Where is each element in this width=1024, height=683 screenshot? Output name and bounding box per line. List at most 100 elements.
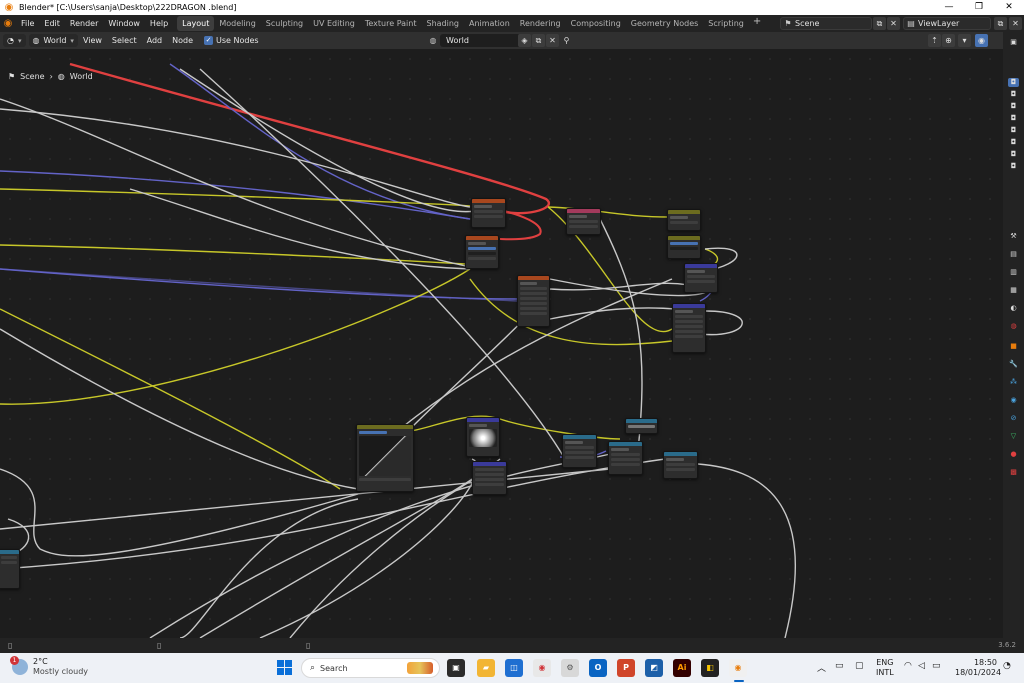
tab-layout[interactable]: Layout (177, 16, 215, 31)
node-rgb-curves[interactable] (356, 424, 414, 492)
weather-widget[interactable]: 1 2°C Mostly cloudy (10, 656, 88, 677)
camera-icon[interactable]: ◘ (1008, 78, 1019, 87)
camera-icon[interactable]: ◘ (1008, 126, 1019, 135)
delete-viewlayer-icon[interactable]: ✕ (1009, 17, 1022, 30)
chrome-icon[interactable]: ◉ (533, 659, 551, 677)
outlook-icon[interactable]: O (589, 659, 607, 677)
pin-icon[interactable]: ⚲ (560, 34, 573, 47)
language-indicator[interactable]: ENG INTL (876, 658, 894, 678)
display-icon[interactable]: ▢ (855, 661, 864, 671)
task-view-icon[interactable]: ▣ (447, 659, 465, 677)
menu-node[interactable]: Node (167, 32, 198, 49)
start-button[interactable] (277, 660, 293, 676)
tab-texture-paint[interactable]: Texture Paint (360, 16, 422, 31)
tab-modeling[interactable]: Modeling (214, 16, 260, 31)
tray-chevron-icon[interactable]: ︿ (817, 661, 826, 674)
minimize-button[interactable]: — (934, 0, 964, 15)
particles-icon[interactable]: ⁂ (1008, 378, 1019, 387)
blender-menu-icon[interactable]: ◉ (0, 18, 16, 29)
world-datablock-field[interactable]: ◍ World (426, 34, 530, 47)
node-editor-canvas[interactable]: ⚑ Scene › ◍ World (0, 49, 1003, 638)
node-value[interactable] (625, 418, 658, 434)
texture-icon[interactable]: ▩ (1008, 468, 1019, 477)
keyboard-icon[interactable]: ▭ (835, 661, 844, 671)
breadcrumb-scene[interactable]: Scene (20, 72, 44, 81)
node-separate-xyz[interactable] (608, 441, 643, 475)
physics-icon[interactable]: ◉ (1008, 396, 1019, 405)
scene-selector[interactable]: ⚑ Scene (780, 17, 872, 30)
fake-user-shield-icon[interactable]: ◈ (518, 34, 531, 47)
output-icon[interactable]: ▥ (1008, 268, 1019, 277)
node-noise-texture[interactable] (517, 275, 550, 327)
editor-type-selector[interactable]: ◔ ▾ (3, 34, 26, 47)
new-scene-icon[interactable]: ⧉ (873, 17, 886, 30)
menu-window[interactable]: Window (103, 15, 145, 32)
volume-icon[interactable]: ◁ (918, 661, 925, 671)
tab-scripting[interactable]: Scripting (703, 16, 749, 31)
overlay-icon[interactable]: ◉ (975, 34, 988, 47)
snap-icon[interactable]: ⊕ (942, 34, 955, 47)
camera-icon[interactable]: ◘ (1008, 90, 1019, 99)
node-vector-math[interactable] (684, 263, 718, 293)
camera-icon[interactable]: ◘ (1008, 138, 1019, 147)
node-mix-shader[interactable] (566, 208, 601, 235)
menu-file[interactable]: File (16, 15, 39, 32)
snap-options-icon[interactable]: ▾ (958, 34, 971, 47)
tab-geometry-nodes[interactable]: Geometry Nodes (626, 16, 703, 31)
camera-icon[interactable]: ◘ (1008, 162, 1019, 171)
tab-shading[interactable]: Shading (421, 16, 464, 31)
tab-uv-editing[interactable]: UV Editing (308, 16, 360, 31)
modifier-icon[interactable]: 🔧 (1008, 360, 1019, 369)
node-emission[interactable] (472, 461, 507, 495)
unlink-world-icon[interactable]: ✕ (546, 34, 559, 47)
duplicate-world-icon[interactable]: ⧉ (532, 34, 545, 47)
maximize-button[interactable]: ❐ (964, 0, 994, 15)
material-icon[interactable]: ● (1008, 450, 1019, 459)
powerpoint-icon[interactable]: P (617, 659, 635, 677)
photos-icon[interactable]: ◩ (645, 659, 663, 677)
tab-sculpting[interactable]: Sculpting (261, 16, 308, 31)
node-color-ramp[interactable] (667, 235, 701, 259)
scene-icon[interactable]: ◐ (1008, 304, 1019, 313)
settings-gear-icon[interactable]: ⚙ (561, 659, 579, 677)
menu-help[interactable]: Help (145, 15, 173, 32)
notification-bell-icon[interactable]: ◔ (1003, 661, 1011, 671)
shader-type-dropdown[interactable]: ◍ World ▾ (28, 34, 78, 47)
tab-animation[interactable]: Animation (464, 16, 515, 31)
world-name-input[interactable]: World (440, 34, 530, 47)
add-workspace-button[interactable]: + (749, 16, 765, 31)
close-button[interactable]: ✕ (994, 0, 1024, 15)
node-texture-coordinate[interactable] (471, 198, 506, 228)
view-layer-icon[interactable]: ▦ (1008, 286, 1019, 295)
menu-render[interactable]: Render (65, 15, 103, 32)
viewlayer-selector[interactable]: ▤ ViewLayer (903, 17, 991, 30)
menu-add[interactable]: Add (142, 32, 168, 49)
parent-node-tree-icon[interactable]: ⇡ (928, 34, 941, 47)
system-clock[interactable]: 18:50 18/01/2024 (955, 658, 1001, 678)
node-mapping[interactable] (562, 434, 597, 468)
use-nodes-toggle[interactable]: ✓ Use Nodes (204, 36, 259, 45)
menu-edit[interactable]: Edit (39, 15, 65, 32)
node-mix[interactable] (672, 303, 706, 353)
camera-icon[interactable]: ◘ (1008, 150, 1019, 159)
file-explorer-icon[interactable]: ▰ (477, 659, 495, 677)
tool-icon[interactable]: ⚒ (1008, 232, 1019, 241)
menu-view[interactable]: View (78, 32, 107, 49)
node-combine-xyz[interactable] (663, 451, 698, 479)
illustrator-icon[interactable]: Ai (673, 659, 691, 677)
node-world-output[interactable] (667, 209, 701, 231)
node-background-partial[interactable] (0, 549, 20, 589)
new-viewlayer-icon[interactable]: ⧉ (994, 17, 1007, 30)
sticky-app-icon[interactable]: ◧ (701, 659, 719, 677)
tab-rendering[interactable]: Rendering (515, 16, 566, 31)
tab-compositing[interactable]: Compositing (566, 16, 626, 31)
node-environment-texture[interactable] (466, 417, 500, 457)
breadcrumb-world[interactable]: World (70, 72, 93, 81)
menu-select[interactable]: Select (107, 32, 142, 49)
delete-scene-icon[interactable]: ✕ (887, 17, 900, 30)
blender-taskbar-icon[interactable]: ◉ (729, 659, 747, 677)
object-icon[interactable]: ■ (1008, 342, 1019, 351)
node-gradient[interactable] (465, 235, 499, 269)
world-icon[interactable]: ◍ (1008, 322, 1019, 331)
scene-collection-icon[interactable]: ▣ (1008, 38, 1019, 47)
